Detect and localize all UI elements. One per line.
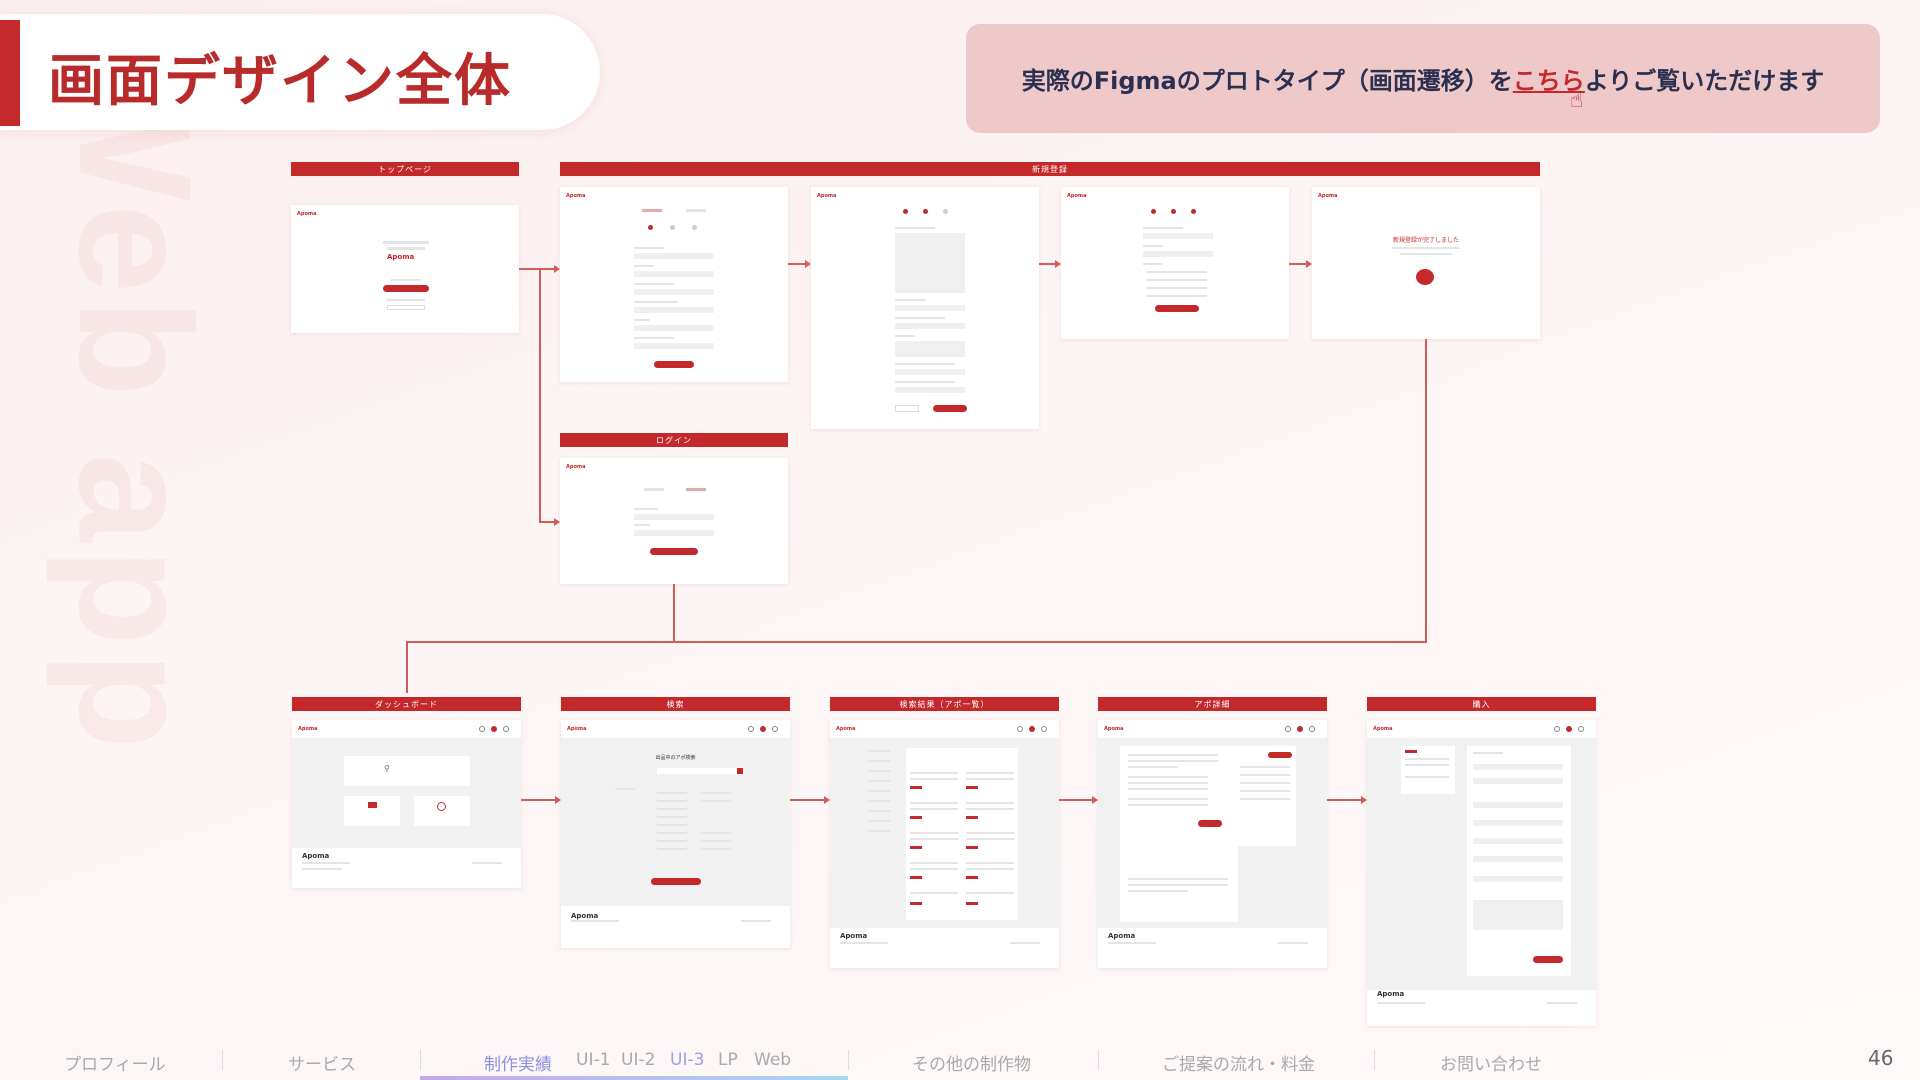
screen-top-page[interactable]: Apoma Apoma bbox=[291, 205, 519, 333]
flow-connector bbox=[406, 641, 1427, 643]
screen-signup-step1[interactable]: Apoma bbox=[560, 187, 788, 382]
nav-item-service[interactable]: サービス bbox=[288, 1050, 356, 1075]
screen-dashboard[interactable]: Apoma ⚲ Apoma bbox=[292, 720, 521, 888]
search-title: 出品中のアポ検索 bbox=[655, 755, 696, 761]
screen-appo-detail[interactable]: Apoma Apoma bbox=[1098, 720, 1327, 968]
flow-connector bbox=[790, 799, 824, 801]
dashboard-card-profile[interactable] bbox=[414, 796, 470, 826]
nav-divider bbox=[1374, 1050, 1375, 1070]
section-header-search: 検索 bbox=[561, 697, 790, 711]
brand-logo: Apoma bbox=[566, 464, 586, 470]
footer-logo: Apoma bbox=[1377, 990, 1405, 998]
brand-logo: Apoma bbox=[1067, 193, 1087, 199]
nav-item-web[interactable]: Web bbox=[754, 1050, 791, 1070]
signup-complete-message: 新規登録が完了しました bbox=[1392, 237, 1459, 244]
footer-logo: Apoma bbox=[302, 852, 330, 860]
footer-logo: Apoma bbox=[1108, 932, 1136, 940]
dashboard-search-card[interactable] bbox=[344, 756, 470, 786]
user-icon bbox=[437, 802, 446, 811]
nav-item-works[interactable]: 制作実績 bbox=[484, 1050, 552, 1075]
mail-icon bbox=[368, 802, 377, 808]
flow-arrow-icon bbox=[1306, 260, 1312, 268]
brand-logo: Apoma bbox=[817, 193, 837, 199]
flow-arrow-icon bbox=[554, 518, 560, 526]
nav-divider bbox=[420, 1050, 421, 1070]
screen-signup-step2[interactable]: Apoma bbox=[811, 187, 1039, 429]
screen-login[interactable]: Apoma bbox=[560, 458, 788, 584]
page-number: 46 bbox=[1868, 1046, 1894, 1070]
flow-connector bbox=[521, 799, 555, 801]
flow-connector bbox=[519, 268, 540, 270]
section-header-dashboard: ダッシュボード bbox=[292, 697, 521, 711]
flow-arrow-icon bbox=[805, 260, 811, 268]
brand-logo: Apoma bbox=[1104, 726, 1124, 732]
hand-cursor-icon: ☝ bbox=[1570, 88, 1584, 113]
nav-active-underline bbox=[420, 1076, 848, 1080]
flow-arrow-icon bbox=[1055, 260, 1061, 268]
section-header-detail: アポ詳細 bbox=[1098, 697, 1327, 711]
screen-purchase[interactable]: Apoma Apoma bbox=[1367, 720, 1596, 1026]
background-watermark: Web app bbox=[46, 50, 220, 750]
screen-search[interactable]: Apoma 出品中のアポ検索 Apoma bbox=[561, 720, 790, 948]
flow-connector bbox=[1289, 263, 1306, 265]
bottom-nav: プロフィール サービス 制作実績 UI-1 UI-2 UI-3 LP Web そ… bbox=[0, 1040, 1920, 1080]
section-header-results: 検索結果（アポ一覧） bbox=[830, 697, 1059, 711]
flow-arrow-icon bbox=[555, 796, 561, 804]
nav-item-ui1[interactable]: UI-1 bbox=[576, 1050, 610, 1070]
flow-connector bbox=[1327, 799, 1361, 801]
note-text-after: よりご覧いただけます bbox=[1584, 67, 1825, 95]
nav-item-ui2[interactable]: UI-2 bbox=[621, 1050, 655, 1070]
brand-logo: Apoma bbox=[1373, 726, 1393, 732]
flow-connector bbox=[1039, 263, 1055, 265]
flow-arrow-icon bbox=[554, 265, 560, 273]
dashboard-card-appo[interactable] bbox=[344, 796, 400, 826]
flow-connector bbox=[1059, 799, 1092, 801]
flow-arrow-icon bbox=[1092, 796, 1098, 804]
nav-item-lp[interactable]: LP bbox=[718, 1050, 738, 1070]
brand-logo: Apoma bbox=[566, 193, 586, 199]
nav-divider bbox=[1098, 1050, 1099, 1070]
flow-connector bbox=[406, 641, 408, 693]
flow-connector bbox=[1425, 339, 1427, 642]
flow-connector bbox=[539, 268, 541, 522]
flow-connector bbox=[673, 584, 675, 642]
brand-logo: Apoma bbox=[1318, 193, 1338, 199]
footer-logo: Apoma bbox=[840, 932, 868, 940]
mascot-icon bbox=[1416, 269, 1434, 285]
section-header-login: ログイン bbox=[560, 433, 788, 447]
brand-logo: Apoma bbox=[567, 726, 587, 732]
nav-item-other-works[interactable]: その他の制作物 bbox=[912, 1050, 1031, 1075]
nav-divider bbox=[848, 1050, 849, 1070]
flow-connector bbox=[788, 263, 805, 265]
screen-signup-complete[interactable]: Apoma 新規登録が完了しました bbox=[1312, 187, 1540, 339]
nav-item-contact[interactable]: お問い合わせ bbox=[1440, 1050, 1542, 1075]
nav-divider bbox=[222, 1050, 223, 1070]
note-text-before: 実際のFigmaのプロトタイプ（画面遷移）を bbox=[1021, 67, 1513, 95]
flow-connector bbox=[539, 268, 554, 270]
screen-search-results[interactable]: Apoma Apoma bbox=[830, 720, 1059, 968]
nav-item-proposal-flow[interactable]: ご提案の流れ・料金 bbox=[1162, 1050, 1315, 1075]
flow-arrow-icon bbox=[1361, 796, 1367, 804]
title-accent-bar bbox=[0, 20, 20, 126]
section-header-signup: 新規登録 bbox=[560, 162, 1540, 176]
flow-connector bbox=[539, 521, 554, 523]
brand-logo: Apoma bbox=[298, 726, 318, 732]
brand-logo: Apoma bbox=[297, 211, 317, 217]
flow-arrow-icon bbox=[824, 796, 830, 804]
nav-item-profile[interactable]: プロフィール bbox=[64, 1050, 166, 1075]
search-icon: ⚲ bbox=[384, 764, 390, 773]
section-header-purchase: 購入 bbox=[1367, 697, 1596, 711]
section-header-top: トップページ bbox=[291, 162, 519, 176]
brand-logo: Apoma bbox=[836, 726, 856, 732]
figma-note: 実際のFigmaのプロトタイプ（画面遷移）を こちら よりご覧いただけます bbox=[966, 24, 1880, 133]
footer-logo: Apoma bbox=[571, 912, 599, 920]
screen-signup-step3[interactable]: Apoma bbox=[1061, 187, 1289, 339]
brand-logo-center: Apoma bbox=[387, 253, 415, 261]
nav-item-ui3[interactable]: UI-3 bbox=[670, 1050, 704, 1070]
page-title: 画面デザイン全体 bbox=[48, 49, 512, 114]
